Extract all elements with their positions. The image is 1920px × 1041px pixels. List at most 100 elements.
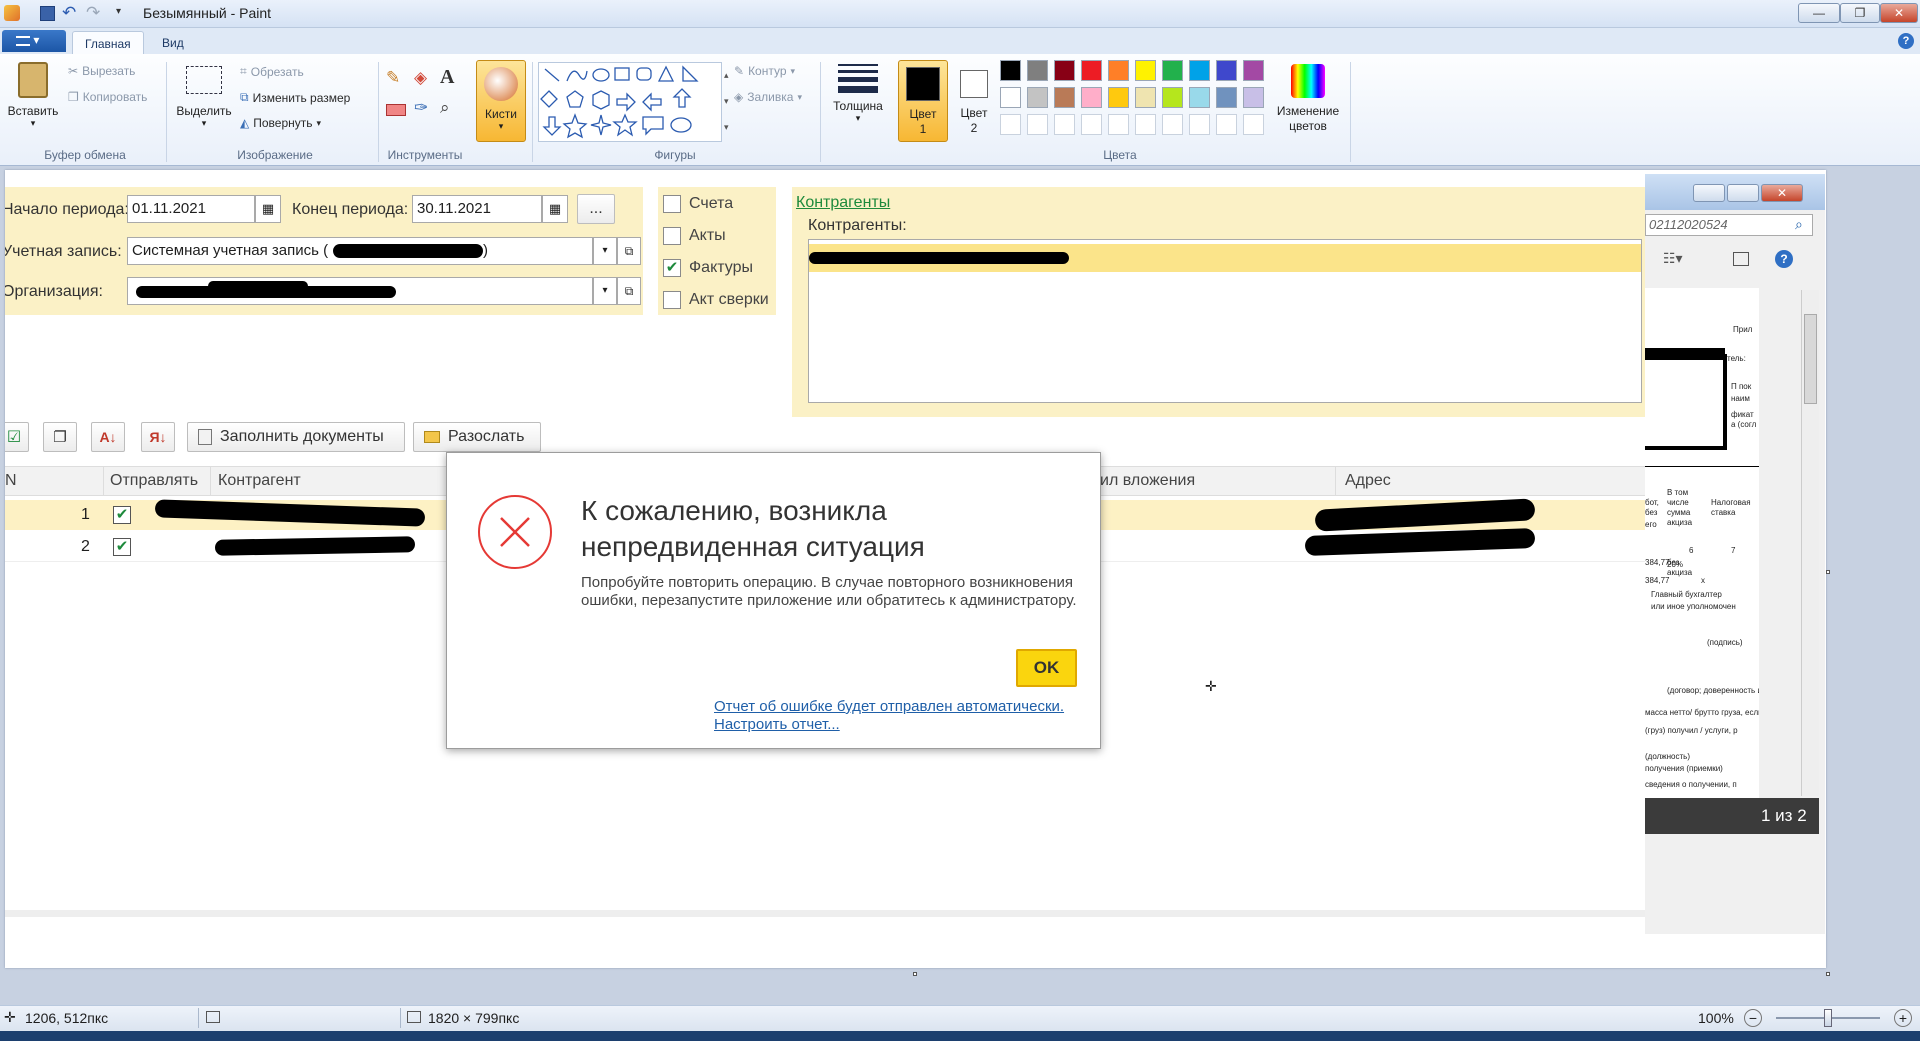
dropdown-arrow-icon[interactable]: ▾ [593, 277, 617, 305]
sort-desc-button[interactable]: Я↓ [141, 422, 175, 452]
view-options-icon[interactable]: ☷▾ [1663, 250, 1683, 267]
counterparty-row-selected[interactable] [809, 244, 1641, 272]
shapes-gallery[interactable] [538, 62, 722, 142]
calendar-icon[interactable]: ▦ [542, 195, 568, 223]
undo-icon[interactable]: ↶ [62, 3, 76, 23]
select-button[interactable]: Выделить ▾ [172, 60, 236, 129]
palette-swatch[interactable] [1108, 114, 1129, 135]
document-type-checkbox-row[interactable]: Счета [663, 190, 733, 218]
canvas-resize-handle-right[interactable] [1826, 570, 1830, 574]
palette-swatch[interactable] [1243, 114, 1264, 135]
canvas-resize-handle-bottom[interactable] [913, 972, 917, 976]
counterparties-list[interactable] [808, 239, 1642, 403]
palette-swatch[interactable] [1189, 87, 1210, 108]
zoom-out-button[interactable]: − [1744, 1009, 1762, 1027]
palette-swatch[interactable] [1162, 60, 1183, 81]
document-type-checkbox-row[interactable]: ✔ Фактуры [663, 254, 753, 282]
checkbox[interactable] [663, 227, 681, 245]
resize-button[interactable]: ⧉ Изменить размер [240, 90, 350, 105]
palette-swatch[interactable] [1027, 87, 1048, 108]
fill-documents-button[interactable]: Заполнить документы [187, 422, 405, 452]
maximize-button[interactable]: ❐ [1840, 3, 1880, 23]
viewer-scrollbar[interactable] [1801, 290, 1819, 796]
palette-swatch[interactable] [1189, 60, 1210, 81]
palette-swatch[interactable] [1108, 60, 1129, 81]
configure-report-link[interactable]: Настроить отчет... [714, 716, 840, 733]
period-select-button[interactable]: ... [577, 194, 615, 224]
period-start-field[interactable]: 01.11.2021 [127, 195, 255, 223]
minimize-button[interactable]: — [1798, 3, 1840, 23]
palette-swatch[interactable] [1000, 114, 1021, 135]
crop-button[interactable]: ⌗ Обрезать [240, 64, 304, 79]
zoom-slider-thumb[interactable] [1824, 1009, 1832, 1027]
column-header-n[interactable]: N [5, 472, 17, 490]
palette-swatch[interactable] [1216, 114, 1237, 135]
palette-swatch[interactable] [1216, 60, 1237, 81]
column-header-contractor[interactable]: Контрагент [218, 472, 301, 490]
palette-swatch[interactable] [1108, 87, 1129, 108]
save-icon[interactable] [40, 6, 55, 21]
viewer-close-button[interactable]: ✕ [1761, 184, 1803, 202]
viewer-maximize-button[interactable] [1727, 184, 1759, 202]
thickness-button[interactable]: Толщина ▾ [826, 62, 890, 124]
palette-swatch[interactable] [1243, 87, 1264, 108]
file-menu-button[interactable]: ▾ [2, 30, 66, 52]
palette-swatch[interactable] [1162, 114, 1183, 135]
column-header-attachments[interactable]: ил вложения [1100, 472, 1195, 490]
palette-swatch[interactable] [1000, 60, 1021, 81]
copy-row-button[interactable]: ❐ [43, 422, 77, 452]
palette-swatch[interactable] [1243, 60, 1264, 81]
error-report-link[interactable]: Отчет об ошибке будет отправлен автомати… [714, 698, 1064, 715]
color1-button[interactable]: Цвет 1 [898, 60, 948, 142]
column-header-address[interactable]: Адрес [1345, 472, 1391, 490]
quick-access-dropdown-icon[interactable]: ▾ [116, 6, 121, 17]
paint-app-icon[interactable] [4, 5, 20, 21]
check-all-button[interactable]: ☑ [5, 422, 29, 452]
document-type-checkbox-row[interactable]: Акты [663, 222, 726, 250]
tab-view[interactable]: Вид [150, 31, 196, 54]
palette-swatch[interactable] [1081, 60, 1102, 81]
send-button[interactable]: Разослать [413, 422, 541, 452]
brushes-button[interactable]: Кисти ▾ [476, 60, 526, 142]
fill-button[interactable]: ◈ Заливка ▾ [734, 90, 802, 104]
period-end-field[interactable]: 30.11.2021 [412, 195, 542, 223]
text-tool-icon[interactable]: A [440, 66, 462, 88]
help-icon[interactable]: ? [1775, 250, 1793, 268]
shapes-scroll-icon[interactable]: ▴ ▾ ▾ [724, 62, 734, 140]
fill-tool-icon[interactable]: ◈ [414, 68, 436, 90]
ok-button[interactable]: OK [1016, 649, 1077, 687]
palette-swatch[interactable] [1000, 87, 1021, 108]
pencil-tool-icon[interactable]: ✎ [386, 68, 408, 90]
open-icon[interactable]: ⧉ [617, 277, 641, 305]
search-icon[interactable]: ⌕ [1795, 216, 1803, 233]
palette-swatch[interactable] [1081, 87, 1102, 108]
palette-swatch[interactable] [1135, 114, 1156, 135]
canvas-resize-handle-corner[interactable] [1826, 972, 1830, 976]
send-checkbox[interactable]: ✔ [113, 538, 131, 556]
palette-swatch[interactable] [1081, 114, 1102, 135]
viewer-search-field[interactable]: 02112020524 [1645, 214, 1813, 236]
palette-swatch[interactable] [1027, 114, 1048, 135]
calendar-icon[interactable]: ▦ [255, 195, 281, 223]
counterparties-link[interactable]: Контрагенты [796, 194, 890, 212]
column-header-send[interactable]: Отправлять [110, 472, 198, 490]
redo-icon[interactable]: ↷ [86, 3, 100, 23]
open-icon[interactable]: ⧉ [617, 237, 641, 265]
palette-swatch[interactable] [1216, 87, 1237, 108]
copy-button[interactable]: ❐ Копировать [68, 90, 147, 104]
magnifier-tool-icon[interactable]: ⌕ [440, 98, 462, 120]
scrollbar-thumb[interactable] [1804, 314, 1817, 404]
zoom-in-button[interactable]: + [1894, 1009, 1912, 1027]
help-icon[interactable]: ? [1898, 33, 1914, 49]
checkbox[interactable] [663, 291, 681, 309]
document-type-checkbox-row[interactable]: Акт сверки [663, 286, 769, 314]
checkbox[interactable]: ✔ [663, 259, 681, 277]
account-field[interactable]: Системная учетная запись () [127, 237, 593, 265]
palette-swatch[interactable] [1054, 114, 1075, 135]
palette-swatch[interactable] [1135, 87, 1156, 108]
eraser-tool-icon[interactable] [386, 104, 406, 116]
dropdown-arrow-icon[interactable]: ▾ [593, 237, 617, 265]
sort-asc-button[interactable]: А↓ [91, 422, 125, 452]
palette-swatch[interactable] [1162, 87, 1183, 108]
tab-home[interactable]: Главная [72, 31, 144, 54]
